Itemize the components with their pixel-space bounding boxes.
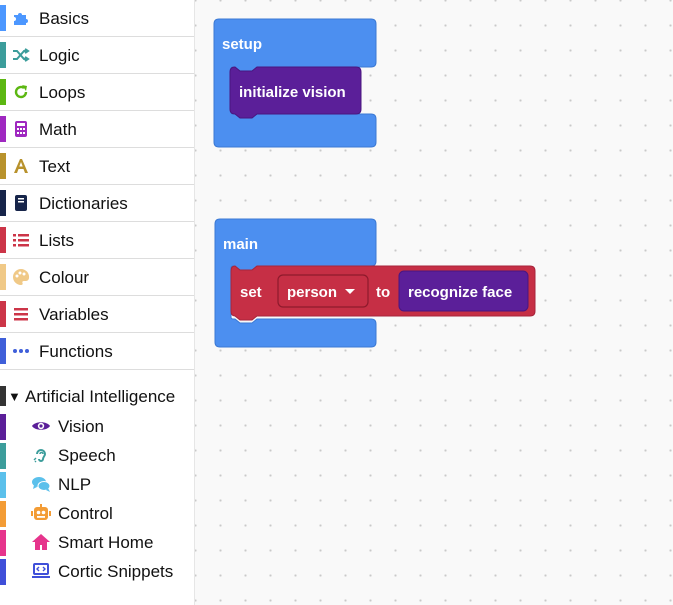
category-color-stripe bbox=[0, 79, 6, 105]
main-block-label: main bbox=[223, 236, 258, 253]
category-label: Lists bbox=[39, 231, 74, 250]
list-icon bbox=[12, 231, 30, 249]
home-icon bbox=[31, 533, 51, 551]
eye-icon bbox=[31, 417, 51, 435]
category-color-stripe bbox=[0, 443, 6, 469]
category-cortic-snippets[interactable]: Cortic Snippets bbox=[0, 557, 194, 586]
category-label: Vision bbox=[58, 417, 104, 436]
category-loops[interactable]: Loops bbox=[0, 74, 194, 111]
category-label: Basics bbox=[39, 9, 90, 28]
category-label: Speech bbox=[58, 446, 116, 465]
bars-icon bbox=[12, 305, 30, 323]
category-color-stripe bbox=[0, 42, 6, 68]
category-color-stripe bbox=[0, 153, 6, 179]
expand-triangle-icon[interactable]: ▼ bbox=[8, 389, 21, 404]
ear-icon bbox=[31, 446, 51, 464]
initialize-vision-block[interactable]: initialize vision bbox=[229, 66, 362, 119]
category-math[interactable]: Math bbox=[0, 111, 194, 148]
category-label: Control bbox=[58, 504, 113, 523]
puzzle-icon bbox=[12, 9, 30, 27]
category-label: Loops bbox=[39, 83, 86, 102]
book-icon bbox=[12, 194, 30, 212]
category-color-stripe bbox=[0, 190, 6, 216]
recognize-face-label: recognize face bbox=[408, 284, 512, 301]
category-lists[interactable]: Lists bbox=[0, 222, 194, 259]
main-block[interactable]: main set person to recognize face bbox=[214, 218, 536, 348]
category-color-stripe bbox=[0, 5, 6, 31]
category-label: Cortic Snippets bbox=[58, 562, 174, 581]
category-basics[interactable]: Basics bbox=[0, 0, 194, 37]
set-variable-block[interactable]: set person to recognize face bbox=[230, 265, 536, 321]
category-color-stripe bbox=[0, 559, 6, 585]
category-colour[interactable]: Colour bbox=[0, 259, 194, 296]
toolbox-sidebar: Basics Logic Loops Math Text Dictionarie… bbox=[0, 0, 195, 605]
category-color-stripe bbox=[0, 414, 6, 440]
category-color-stripe bbox=[0, 386, 6, 406]
category-label: Artificial Intelligence bbox=[25, 387, 176, 406]
recognize-face-block[interactable]: recognize face bbox=[398, 270, 529, 312]
set-label: set bbox=[240, 284, 262, 301]
category-label: Colour bbox=[39, 268, 90, 287]
workspace-canvas: setup initialize vision main set person … bbox=[213, 18, 536, 348]
category-artificial-intelligence[interactable]: ▼ Artificial Intelligence bbox=[0, 370, 194, 412]
category-control[interactable]: Control bbox=[0, 499, 194, 528]
robot-icon bbox=[31, 504, 51, 522]
category-label: Variables bbox=[39, 305, 109, 324]
blocks-workspace[interactable]: setup initialize vision main set person … bbox=[195, 0, 673, 605]
category-label: Text bbox=[39, 157, 71, 176]
calculator-icon bbox=[12, 120, 30, 138]
category-logic[interactable]: Logic bbox=[0, 37, 194, 74]
category-label: Math bbox=[39, 120, 77, 139]
chat-bubbles-icon bbox=[31, 475, 51, 493]
ellipsis-icon bbox=[12, 342, 30, 360]
category-color-stripe bbox=[0, 264, 6, 290]
to-label: to bbox=[376, 284, 390, 301]
setup-block[interactable]: setup initialize vision bbox=[213, 18, 377, 148]
category-label: Dictionaries bbox=[39, 194, 128, 213]
category-color-stripe bbox=[0, 116, 6, 142]
category-color-stripe bbox=[0, 301, 6, 327]
category-label: Functions bbox=[39, 342, 113, 361]
category-variables[interactable]: Variables bbox=[0, 296, 194, 333]
font-icon bbox=[12, 157, 30, 175]
category-color-stripe bbox=[0, 227, 6, 253]
shuffle-icon bbox=[12, 46, 30, 64]
variable-dropdown[interactable]: person bbox=[277, 274, 369, 308]
category-speech[interactable]: Speech bbox=[0, 441, 194, 470]
category-dictionaries[interactable]: Dictionaries bbox=[0, 185, 194, 222]
category-color-stripe bbox=[0, 501, 6, 527]
category-color-stripe bbox=[0, 530, 6, 556]
refresh-icon bbox=[12, 83, 30, 101]
laptop-code-icon bbox=[31, 562, 51, 580]
category-nlp[interactable]: NLP bbox=[0, 470, 194, 499]
category-label: Logic bbox=[39, 46, 80, 65]
category-color-stripe bbox=[0, 472, 6, 498]
category-label: NLP bbox=[58, 475, 92, 494]
category-text[interactable]: Text bbox=[0, 148, 194, 185]
category-vision[interactable]: Vision bbox=[0, 412, 194, 441]
variable-name: person bbox=[287, 284, 337, 301]
category-functions[interactable]: Functions bbox=[0, 333, 194, 370]
initialize-vision-label: initialize vision bbox=[239, 84, 346, 101]
palette-icon bbox=[12, 268, 30, 286]
category-color-stripe bbox=[0, 338, 6, 364]
category-smart-home[interactable]: Smart Home bbox=[0, 528, 194, 557]
setup-block-label: setup bbox=[222, 36, 262, 53]
category-label: Smart Home bbox=[58, 533, 154, 552]
